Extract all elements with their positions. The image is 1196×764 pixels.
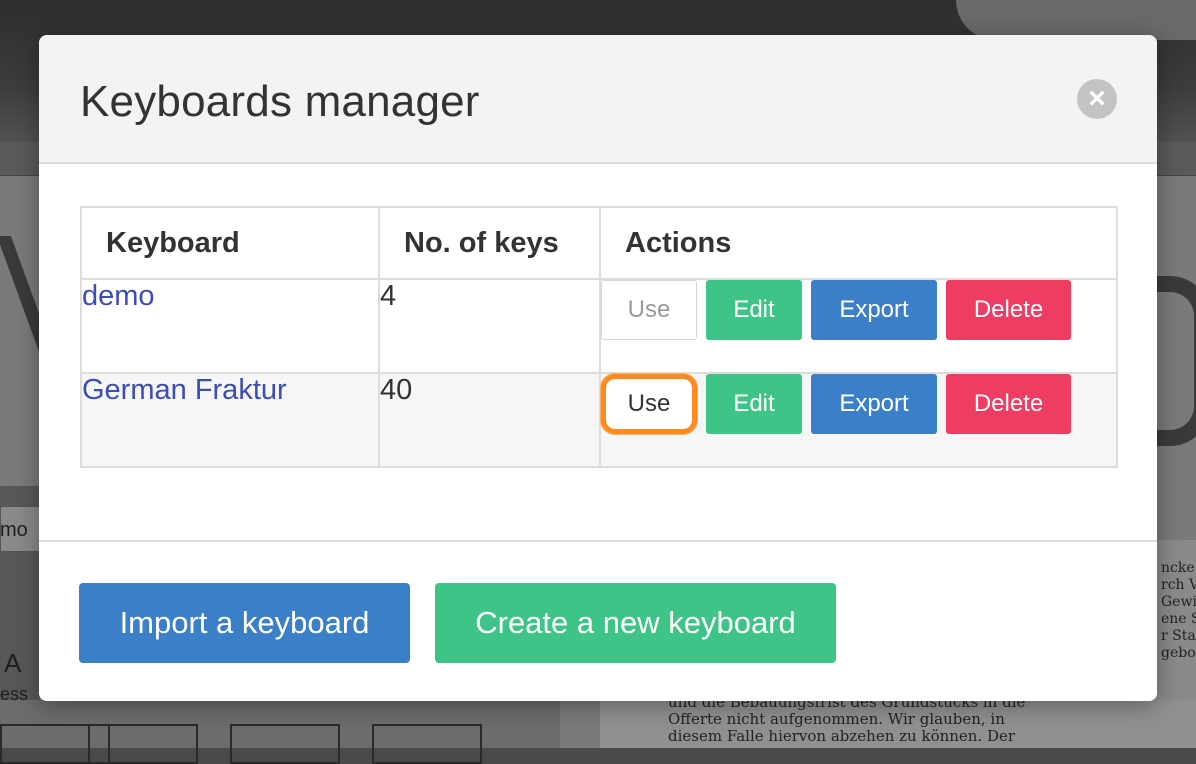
import-keyboard-button[interactable]: Import a keyboard [79,583,410,663]
edit-button[interactable]: Edit [706,280,802,340]
background-side-line: rch V [1161,577,1196,593]
export-button[interactable]: Export [811,280,937,340]
keyboards-manager-modal: Keyboards manager × Keyboard No. of keys… [39,35,1157,701]
background-key [88,724,198,764]
delete-button[interactable]: Delete [946,280,1071,340]
background-doc-line: Offerte nicht aufgenommen. Wir glauben, … [668,710,1005,728]
export-button[interactable]: Export [811,374,937,434]
background-side-document: ncke rch V Gewi ene S r Sta geboi [1157,540,1196,700]
close-icon[interactable]: × [1077,79,1117,119]
actions-cell: Use Edit Export Delete [599,278,1118,374]
keyboard-name-cell: German Fraktur [80,372,380,468]
table-header-row: Keyboard No. of keys Actions [80,206,1118,280]
background-doc-line: diesem Falle hiervon abzehen zu können. … [668,727,1016,745]
table-row: German Fraktur 40 Use Edit Export Delete [80,372,1118,468]
modal-body: Keyboard No. of keys Actions demo 4 Use E… [39,164,1157,540]
background-side-line: ene S [1161,611,1196,627]
background-key-grid [0,700,560,764]
background-side-line: Gewi [1161,594,1196,610]
column-header-actions: Actions [599,206,1118,280]
keyboard-name-cell: demo [80,278,380,374]
use-button[interactable]: Use [601,374,697,434]
delete-button[interactable]: Delete [946,374,1071,434]
background-key [230,724,340,764]
create-keyboard-button[interactable]: Create a new keyboard [435,583,836,663]
background-letter: A [4,648,22,678]
column-header-keyboard: Keyboard [80,206,380,280]
actions-cell: Use Edit Export Delete [599,372,1118,468]
background-key [372,724,482,764]
key-count: 40 [378,372,601,468]
background-side-line: ncke [1161,560,1195,576]
keyboard-link[interactable]: demo [82,280,155,312]
table-row: demo 4 Use Edit Export Delete [80,278,1118,374]
key-count: 4 [378,278,601,374]
edit-button[interactable]: Edit [706,374,802,434]
background-side-line: r Sta [1161,628,1196,644]
keyboard-link[interactable]: German Fraktur [82,374,287,406]
column-header-keys: No. of keys [378,206,601,280]
keyboards-table: Keyboard No. of keys Actions demo 4 Use E… [80,206,1118,468]
background-shape [956,0,1196,40]
use-button[interactable]: Use [601,280,697,340]
modal-title: Keyboards manager [80,77,480,126]
modal-header: Keyboards manager × [39,35,1157,164]
background-side-line: geboi [1161,645,1196,661]
background-input-text: mo [0,519,28,541]
modal-footer: Import a keyboard Create a new keyboard [39,540,1157,701]
